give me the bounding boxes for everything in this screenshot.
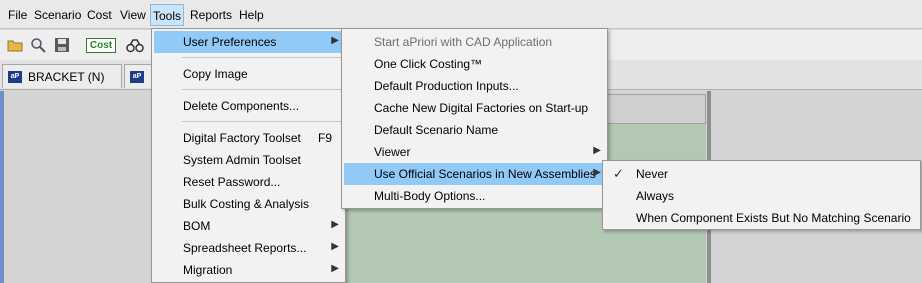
menu-item-delete-components[interactable]: Delete Components... [154,95,343,117]
menu-bar: File Scenario Cost View Tools Reports He… [0,0,922,29]
tab-label: BRACKET (N) [28,70,105,84]
menu-reports[interactable]: Reports [190,7,232,23]
menu-item-digital-factory-toolset[interactable]: Digital Factory Toolset F9 [154,127,343,149]
menu-item-label: Spreadsheet Reports... [183,241,307,255]
cost-button[interactable]: Cost [86,38,116,53]
menu-item-label: When Component Exists But No Matching Sc… [636,211,911,225]
menu-help[interactable]: Help [239,7,264,23]
menu-item-label: Use Official Scenarios in New Assemblies [374,167,596,181]
tab-bracket[interactable]: aP BRACKET (N) [2,64,122,88]
user-preferences-menu: Start aPriori with CAD Application One C… [341,28,608,209]
compare-icon[interactable] [126,37,144,53]
checkmark-icon: ✓ [613,166,624,181]
tools-menu: User Preferences ▶ Copy Image Delete Com… [151,28,346,283]
official-scenarios-menu: ✓ Never Always When Component Exists But… [602,160,921,230]
chevron-right-icon: ▶ [331,35,339,46]
menu-item-when-component-exists[interactable]: When Component Exists But No Matching Sc… [605,207,918,229]
menu-item-one-click-costing[interactable]: One Click Costing™ [344,53,605,75]
menu-item-label: Never [636,167,669,181]
menu-item-label: User Preferences [183,35,277,49]
menu-item-system-admin-toolset[interactable]: System Admin Toolset [154,149,343,171]
menu-tools[interactable]: Tools [150,4,185,26]
chevron-right-icon: ▶ [331,263,339,274]
apriori-logo-icon: aP [8,71,22,83]
menu-item-start-with-cad: Start aPriori with CAD Application [344,31,605,53]
menu-item-label: Start aPriori with CAD Application [374,35,553,49]
apriori-logo-icon: aP [130,71,144,83]
menu-item-label: One Click Costing™ [374,57,483,71]
menu-item-bulk-costing[interactable]: Bulk Costing & Analysis [154,193,343,215]
menu-item-label: Multi-Body Options... [374,189,486,203]
menu-separator [182,121,341,122]
menu-item-viewer[interactable]: Viewer ▶ [344,141,605,163]
menu-item-cache-digital-factories[interactable]: Cache New Digital Factories on Start-up [344,97,605,119]
menu-item-label: Bulk Costing & Analysis [183,197,310,211]
menu-item-label: Delete Components... [183,99,300,113]
chevron-right-icon: ▶ [593,145,601,156]
menu-file[interactable]: File [8,7,27,23]
menu-item-label: Cache New Digital Factories on Start-up [374,101,589,115]
menu-item-copy-image[interactable]: Copy Image [154,63,343,85]
menu-item-user-preferences[interactable]: User Preferences ▶ [154,31,343,53]
save-icon[interactable] [54,37,70,53]
menu-item-default-production-inputs[interactable]: Default Production Inputs... [344,75,605,97]
explorer-panel [0,91,150,283]
menu-item-label: Always [636,189,675,203]
menu-separator [182,89,341,90]
chevron-right-icon: ▶ [331,241,339,252]
menu-item-spreadsheet-reports[interactable]: Spreadsheet Reports... ▶ [154,237,343,259]
open-folder-icon[interactable] [7,37,23,53]
menu-item-multi-body-options[interactable]: Multi-Body Options... [344,185,605,207]
menu-item-default-scenario-name[interactable]: Default Scenario Name [344,119,605,141]
menu-item-label: Copy Image [183,67,248,81]
chevron-right-icon: ▶ [593,167,601,178]
menu-item-label: System Admin Toolset [183,153,301,167]
chevron-right-icon: ▶ [331,219,339,230]
menu-view[interactable]: View [120,7,146,23]
menu-cost[interactable]: Cost [87,7,112,23]
menu-item-use-official-scenarios[interactable]: Use Official Scenarios in New Assemblies… [344,163,605,185]
menu-item-label: Default Production Inputs... [374,79,519,93]
menu-item-never[interactable]: ✓ Never [605,163,918,185]
menu-item-shortcut: F9 [318,131,333,145]
menu-item-label: Viewer [374,145,411,159]
menu-item-label: BOM [183,219,211,233]
menu-item-label: Default Scenario Name [374,123,499,137]
menu-item-label: Reset Password... [183,175,281,189]
menu-scenario[interactable]: Scenario [34,7,81,23]
menu-item-migration[interactable]: Migration ▶ [154,259,343,281]
search-icon[interactable] [30,37,46,53]
menu-item-reset-password[interactable]: Reset Password... [154,171,343,193]
menu-item-bom[interactable]: BOM ▶ [154,215,343,237]
menu-separator [182,57,341,58]
menu-item-always[interactable]: Always [605,185,918,207]
menu-item-label: Migration [183,263,233,277]
menu-item-label: Digital Factory Toolset [183,131,301,145]
